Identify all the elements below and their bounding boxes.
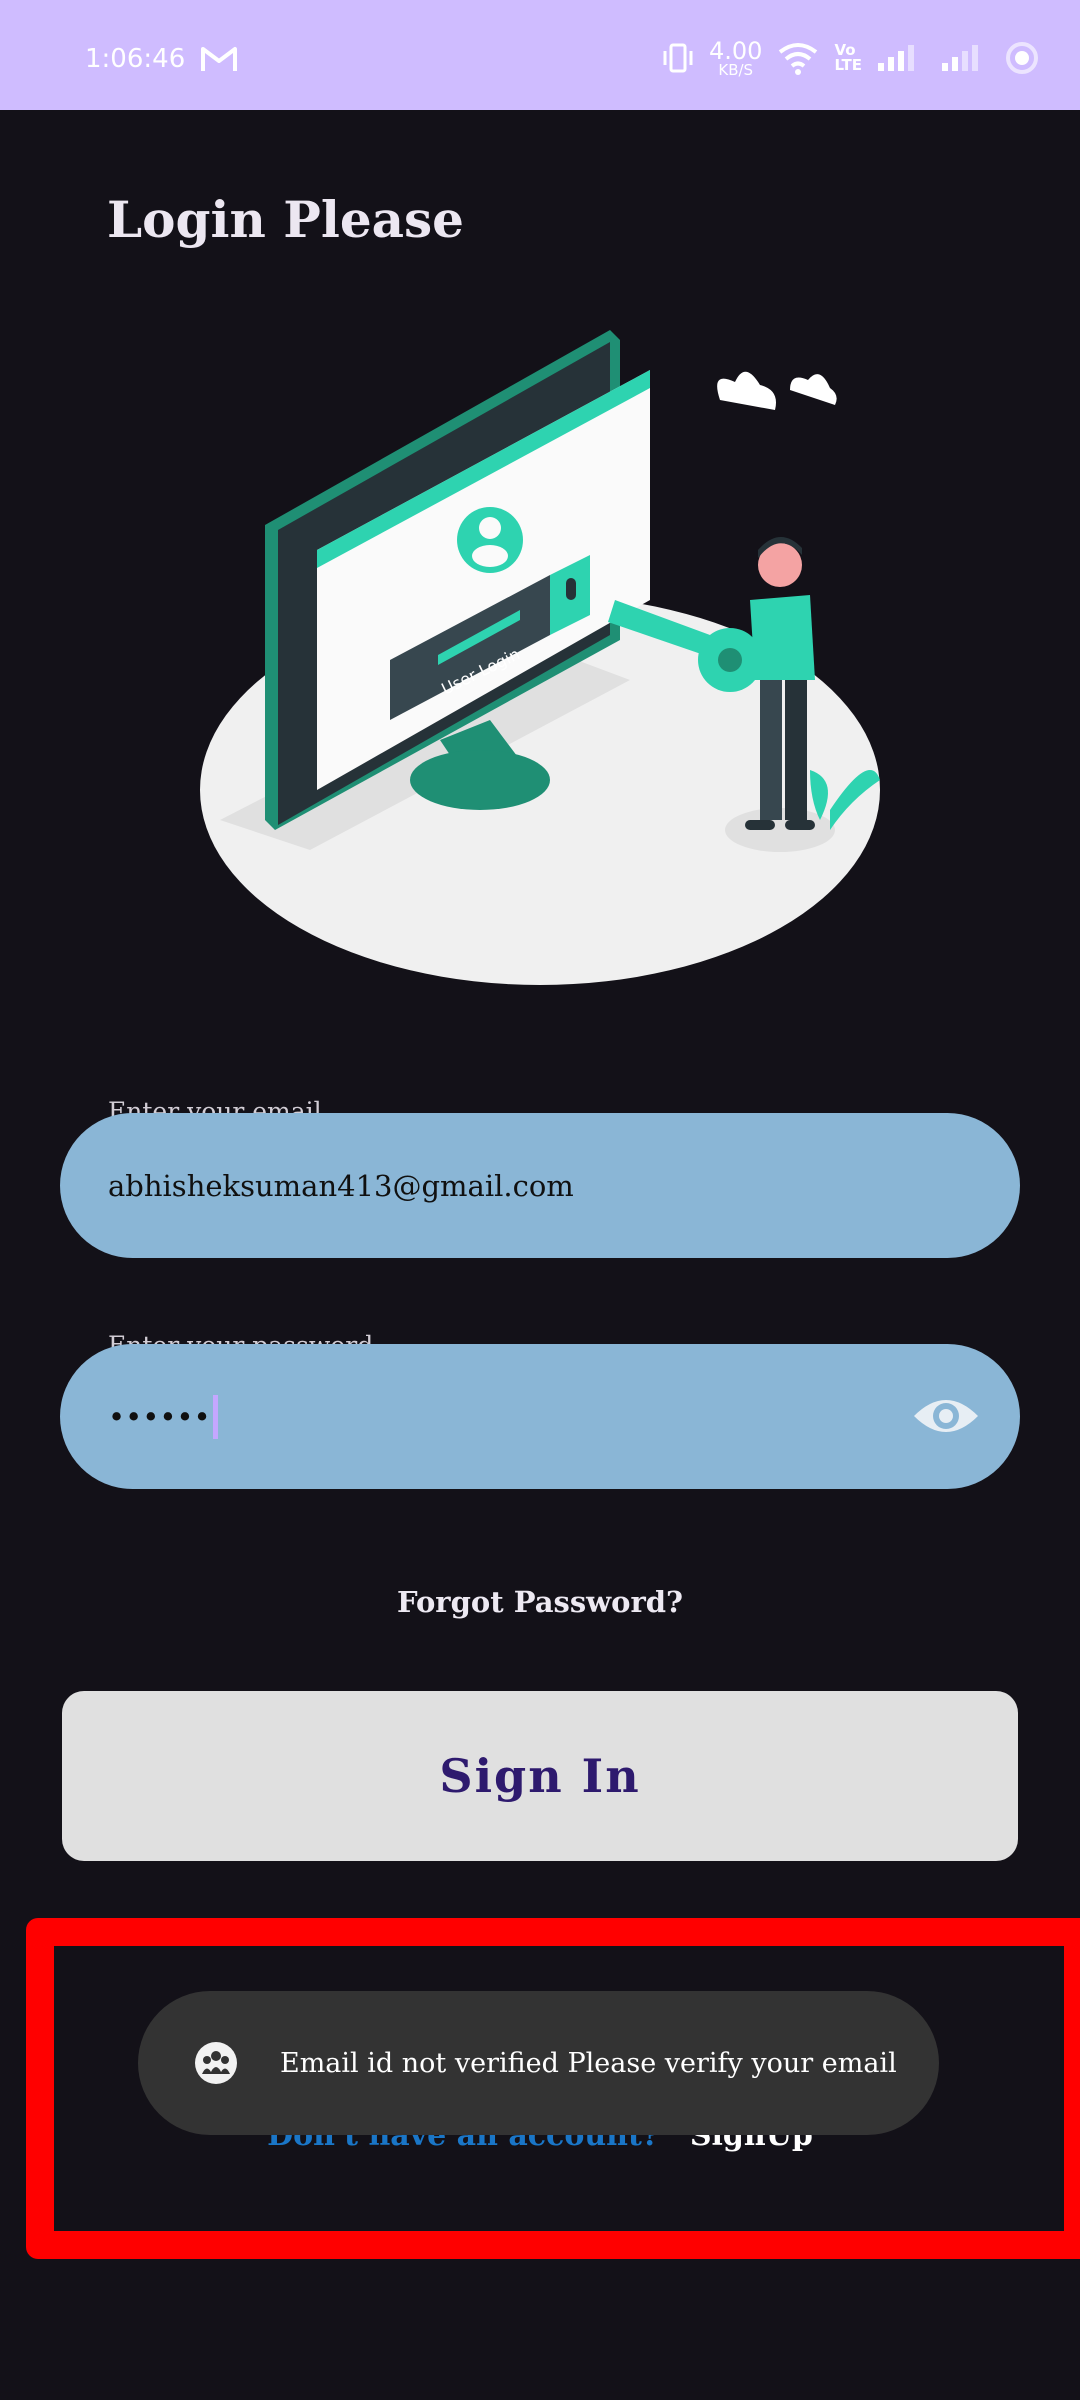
text-caret (212, 1394, 218, 1439)
sign-in-button[interactable]: Sign In (62, 1691, 1018, 1861)
eye-icon[interactable] (912, 1392, 980, 1440)
cloud-icon (717, 371, 776, 410)
network-speed: 4.00 KB/S (709, 36, 763, 79)
volte-indicator: Vo LTE (834, 41, 862, 74)
cloud-icon (790, 374, 837, 405)
highlight-box (26, 1918, 1080, 2259)
status-icons: 4.00 KB/S Vo LTE (661, 36, 1040, 80)
email-value: abhisheksuman413@gmail.com (108, 1168, 574, 1203)
forgot-password-link[interactable]: Forgot Password? (0, 1585, 1080, 1619)
password-input[interactable]: •••••• (60, 1344, 1020, 1489)
signal-icon (878, 45, 914, 71)
signal-icon (942, 45, 978, 71)
wifi-icon (779, 43, 818, 75)
email-input[interactable]: abhisheksuman413@gmail.com (60, 1113, 1020, 1258)
password-value: •••••• (108, 1399, 211, 1434)
page-title: Login Please (107, 190, 464, 249)
vibrate-icon (663, 43, 693, 73)
login-illustration: User Login (200, 330, 880, 985)
gmail-icon (201, 47, 237, 71)
status-bar: 1:06:46 4.00 KB/S Vo LTE (0, 0, 1080, 110)
status-time: 1:06:46 (85, 44, 186, 74)
battery-ring-icon (1006, 42, 1038, 74)
